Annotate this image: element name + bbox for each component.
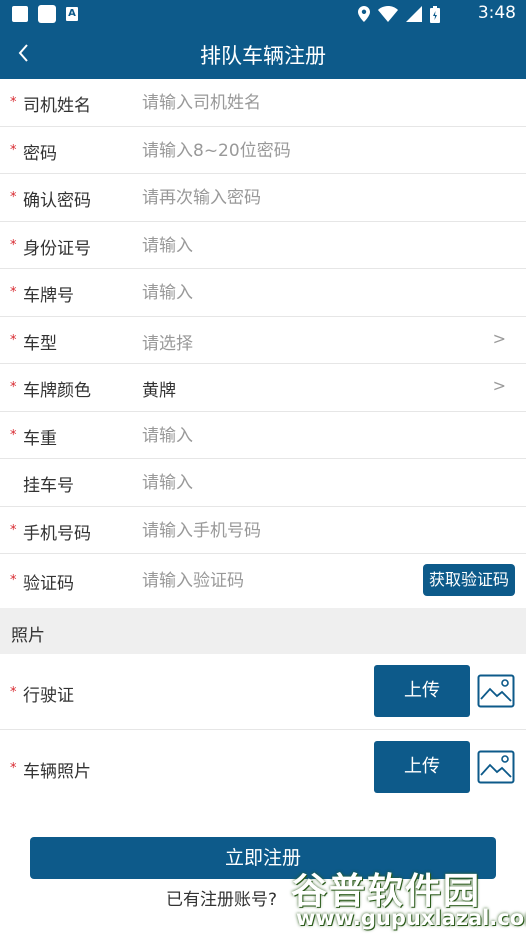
form-row-plate-number: * 车牌号 [0, 269, 526, 317]
phone-input[interactable] [142, 518, 402, 543]
form-row-verification-code: * 验证码 获取验证码 [0, 554, 526, 602]
vehicle-weight-input[interactable] [142, 423, 402, 448]
field-label: 车牌颜色 [23, 381, 91, 401]
driver-name-input[interactable] [142, 91, 402, 115]
required-mark: * [10, 190, 17, 205]
verification-code-input[interactable] [142, 569, 402, 593]
form-row-phone: * 手机号码 [0, 507, 526, 554]
form-row-password: * 密码 [0, 127, 526, 174]
required-mark: * [10, 142, 17, 158]
required-mark: * [10, 685, 17, 700]
form-row-vehicle-type[interactable]: * 车型 请选择 > [0, 317, 526, 364]
a-icon: A [66, 7, 78, 21]
location-icon [358, 6, 370, 22]
status-icons [358, 5, 440, 23]
watermark-url: www.gupuxlazal.com [296, 906, 526, 930]
required-mark: * [10, 427, 17, 443]
required-mark: * [10, 380, 17, 395]
section-title: 照片 [11, 626, 45, 646]
field-label: 密码 [23, 143, 57, 164]
vehicle-type-select[interactable]: 请选择 [142, 329, 402, 354]
battery-icon [430, 5, 440, 23]
photo-icon [38, 5, 56, 23]
required-mark: * [10, 573, 17, 588]
field-label: 验证码 [23, 574, 74, 594]
photo-section-header: 照片 [0, 608, 526, 654]
field-label: 行驶证 [23, 686, 74, 706]
plate-number-input[interactable] [142, 281, 402, 305]
required-mark: * [10, 95, 17, 110]
form-row-trailer-number: 挂车号 [0, 459, 526, 507]
required-mark: * [10, 332, 17, 348]
chevron-right-icon: > [492, 376, 506, 395]
status-bar: A 3:48 [0, 0, 526, 28]
signal-icon [406, 6, 422, 22]
form-row-driver-name: * 司机姓名 [0, 79, 526, 127]
field-label: 车辆照片 [23, 762, 91, 782]
required-mark: * [10, 761, 17, 776]
required-mark: * [10, 237, 17, 253]
confirm-password-input[interactable] [142, 186, 402, 210]
registration-form: * 司机姓名 * 密码 * 确认密码 * 身份证号 * 车牌号 * 车型 请选择… [0, 79, 526, 602]
field-label: 挂车号 [23, 476, 74, 496]
field-label: 车型 [23, 333, 57, 354]
get-code-button[interactable]: 获取验证码 [422, 564, 515, 596]
field-label: 身份证号 [23, 238, 91, 259]
app-bar: 排队车辆注册 [0, 28, 526, 79]
page-title: 排队车辆注册 [200, 44, 326, 68]
required-mark: * [10, 285, 17, 300]
field-label: 司机姓名 [23, 96, 91, 116]
clock: 3:48 [477, 3, 516, 23]
login-link[interactable]: 已有注册账号? [166, 885, 277, 910]
upload-button[interactable]: 上传 [374, 741, 470, 793]
photo-row-vehicle-photo: * 车辆照片 上传 [0, 730, 526, 806]
trailer-number-input[interactable] [142, 471, 402, 495]
photo-row-driving-license: * 行驶证 上传 [0, 654, 526, 730]
wifi-icon [378, 6, 398, 22]
field-label: 手机号码 [23, 523, 91, 544]
form-row-vehicle-weight: * 车重 [0, 412, 526, 459]
form-row-plate-color[interactable]: * 车牌颜色 黄牌 > [0, 364, 526, 412]
image-icon[interactable] [477, 674, 515, 708]
field-label: 车牌号 [23, 286, 74, 306]
field-label: 确认密码 [23, 191, 91, 211]
notification-square-icon [12, 6, 28, 22]
form-row-id-number: * 身份证号 [0, 222, 526, 269]
plate-color-select[interactable]: 黄牌 [142, 376, 402, 401]
image-icon[interactable] [477, 750, 515, 784]
required-mark: * [10, 522, 17, 538]
password-input[interactable] [142, 138, 402, 163]
upload-button[interactable]: 上传 [374, 665, 470, 717]
form-row-confirm-password: * 确认密码 [0, 174, 526, 222]
chevron-right-icon: > [492, 328, 506, 348]
id-number-input[interactable] [142, 233, 402, 258]
field-label: 车重 [23, 428, 57, 449]
